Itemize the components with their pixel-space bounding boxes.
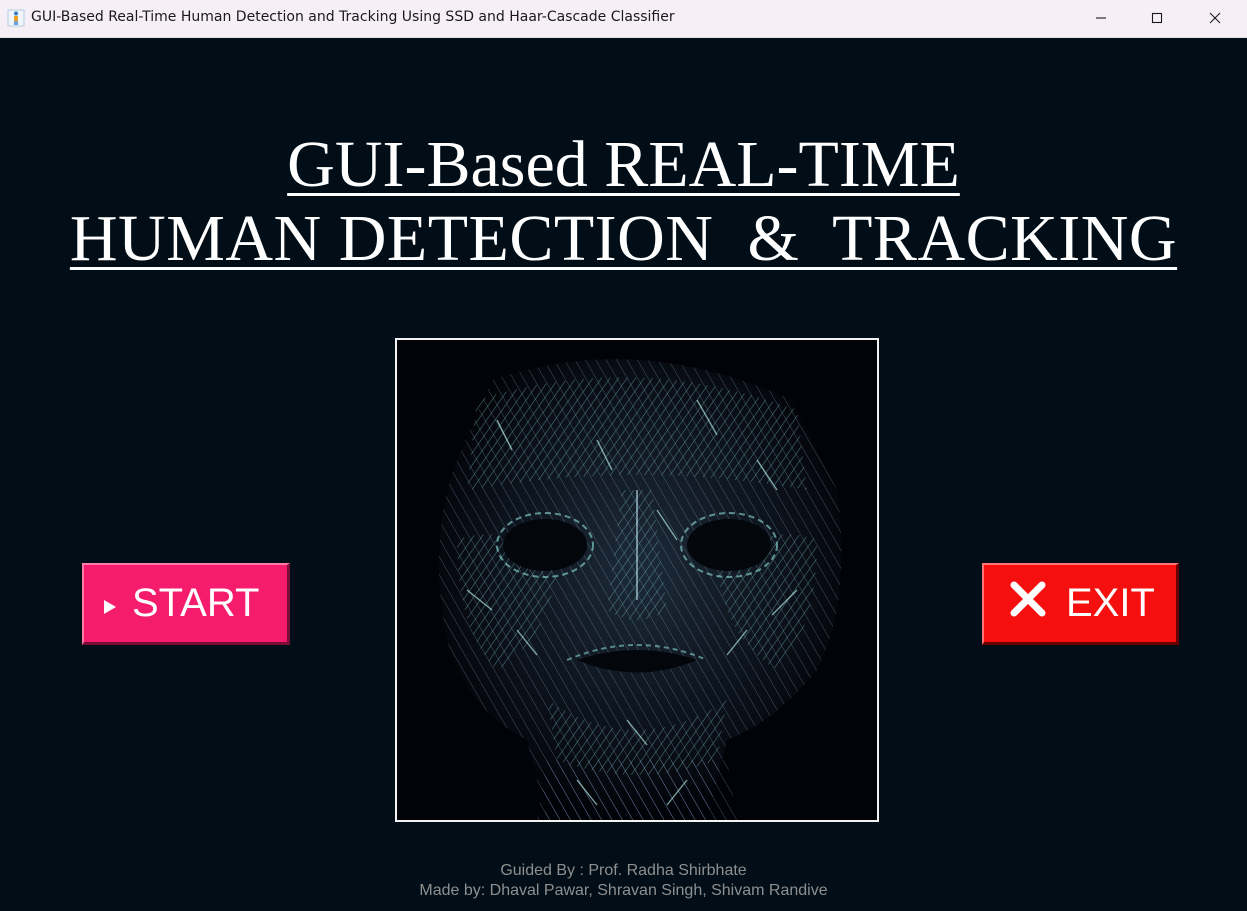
minimize-button[interactable] <box>1072 0 1130 37</box>
window-titlebar: GUI-Based Real-Time Human Detection and … <box>0 0 1247 38</box>
maximize-icon <box>1151 9 1163 28</box>
close-x-icon <box>1008 579 1048 629</box>
exit-button-label: EXIT <box>1066 581 1155 625</box>
guided-by-text: Guided By : Prof. Radha Shirbhate <box>500 862 747 879</box>
close-window-button[interactable] <box>1186 0 1244 37</box>
close-icon <box>1209 9 1221 28</box>
preview-image <box>395 338 879 822</box>
made-by-text: Made by: Dhaval Pawar, Shravan Singh, Sh… <box>419 882 828 899</box>
heading-line-1: GUI-Based REAL-TIME <box>0 128 1247 202</box>
play-triangle-icon <box>102 581 118 626</box>
start-button[interactable]: START <box>82 563 290 645</box>
wireframe-face-icon <box>397 340 877 820</box>
start-button-label: START <box>132 581 260 625</box>
heading-line-2: HUMAN DETECTION & TRACKING <box>0 202 1247 276</box>
heading-line-1-text: GUI-Based REAL-TIME <box>287 128 960 201</box>
heading-line-2-text: HUMAN DETECTION & TRACKING <box>69 202 1178 275</box>
window-title: GUI-Based Real-Time Human Detection and … <box>31 9 675 25</box>
app-heading: GUI-Based REAL-TIME HUMAN DETECTION & TR… <box>0 128 1247 276</box>
person-figure-icon <box>7 9 25 27</box>
maximize-button[interactable] <box>1128 0 1186 37</box>
minimize-icon <box>1095 9 1107 28</box>
exit-button[interactable]: EXIT <box>982 563 1179 645</box>
credits: Guided By : Prof. Radha Shirbhate Made b… <box>0 861 1247 901</box>
